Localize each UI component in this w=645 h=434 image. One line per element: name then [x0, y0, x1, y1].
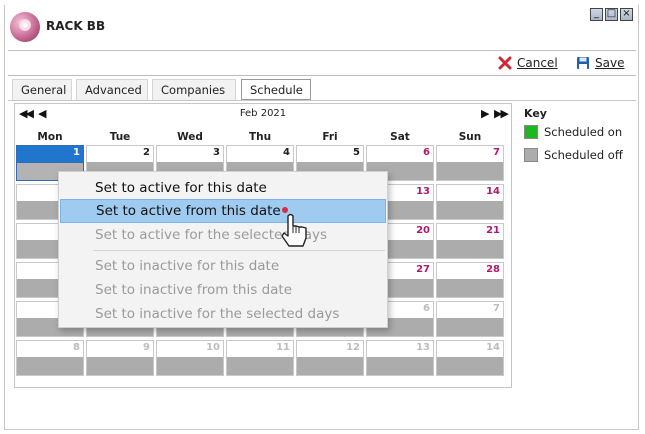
tab-advanced[interactable]: Advanced: [76, 79, 148, 100]
maximize-button[interactable]: □: [605, 8, 618, 21]
calendar-nav: ◀◀ ◀ Feb 2021 ▶ ▶▶: [15, 106, 511, 124]
menu-separator: [93, 250, 385, 251]
next-year-icon[interactable]: ▶▶: [494, 107, 509, 120]
calendar-day-cell[interactable]: 21: [436, 223, 504, 259]
hand-cursor-icon: [281, 207, 307, 247]
toolbar-divider: [8, 50, 636, 51]
day-number: 1: [73, 147, 80, 158]
day-number: 12: [346, 342, 360, 353]
tab-schedule[interactable]: Schedule: [241, 79, 311, 100]
calendar-day-cell[interactable]: 8: [16, 340, 84, 376]
schedule-status-bar[interactable]: [437, 279, 503, 297]
day-header-sun: Sun: [458, 131, 482, 143]
day-number: 5: [353, 147, 360, 158]
schedule-status-bar[interactable]: [367, 357, 433, 375]
maximize-icon: □: [606, 8, 617, 19]
schedule-status-bar[interactable]: [437, 162, 503, 180]
context-menu: Set to active for this date Set to activ…: [58, 171, 388, 328]
day-number: 10: [206, 342, 220, 353]
schedule-status-bar[interactable]: [437, 357, 503, 375]
day-header-wed: Wed: [177, 131, 203, 143]
calendar-day-cell[interactable]: 11: [226, 340, 294, 376]
calendar-day-cell[interactable]: 7: [436, 301, 504, 337]
schedule-status-bar[interactable]: [437, 240, 503, 258]
save-label: Save: [595, 56, 625, 70]
save-button[interactable]: Save: [576, 54, 624, 72]
menu-item-active-from-date[interactable]: Set to active from this date: [60, 199, 386, 223]
day-number: 20: [416, 225, 430, 236]
app-logo-icon: [10, 12, 40, 42]
day-number: 28: [486, 264, 500, 275]
schedule-status-bar[interactable]: [437, 318, 503, 336]
close-button[interactable]: ×: [620, 8, 633, 21]
day-number: 6: [423, 147, 430, 158]
menu-item-inactive-selected-days[interactable]: Set to inactive for the selected days: [60, 302, 386, 326]
day-number: 7: [493, 303, 500, 314]
menu-item-active-selected-days[interactable]: Set to active for the selected days: [60, 223, 386, 247]
day-header-thu: Thu: [248, 131, 272, 143]
month-label: Feb 2021: [239, 108, 287, 119]
day-header-mon: Mon: [37, 131, 63, 143]
menu-item-inactive-this-date[interactable]: Set to inactive for this date: [60, 254, 386, 278]
schedule-window: RACK BB _ □ × Cancel Save General Advanc…: [0, 0, 645, 434]
calendar-day-cell[interactable]: 12: [296, 340, 364, 376]
cancel-label: Cancel: [517, 56, 558, 70]
schedule-status-bar[interactable]: [17, 357, 83, 375]
day-header-fri: Fri: [322, 131, 338, 143]
schedule-status-bar[interactable]: [297, 357, 363, 375]
calendar-day-cell[interactable]: 14: [436, 184, 504, 220]
close-icon: ×: [622, 8, 631, 19]
day-number: 2: [143, 147, 150, 158]
next-month-icon[interactable]: ▶: [481, 107, 490, 120]
day-header-tue: Tue: [109, 131, 131, 143]
key-label-off: Scheduled off: [544, 148, 623, 162]
day-number: 14: [486, 186, 500, 197]
day-header-sat: Sat: [390, 131, 410, 143]
calendar-day-cell[interactable]: 7: [436, 145, 504, 181]
scheduled-off-swatch: [524, 148, 538, 162]
calendar-day-cell[interactable]: 10: [156, 340, 224, 376]
day-number: 13: [416, 342, 430, 353]
cancel-button[interactable]: Cancel: [498, 54, 558, 72]
schedule-status-bar[interactable]: [87, 357, 153, 375]
tab-panel-border: [8, 100, 636, 101]
scheduled-on-swatch: [524, 125, 538, 139]
day-number: 21: [486, 225, 500, 236]
tab-general[interactable]: General: [12, 79, 72, 100]
menu-item-inactive-from-date[interactable]: Set to inactive from this date: [60, 278, 386, 302]
cancel-icon: [498, 56, 512, 70]
calendar-day-cell[interactable]: 14: [436, 340, 504, 376]
schedule-status-bar[interactable]: [157, 357, 223, 375]
window-title: RACK BB: [46, 19, 106, 33]
day-number: 9: [143, 342, 150, 353]
day-number: 13: [416, 186, 430, 197]
tab-companies[interactable]: Companies: [152, 79, 236, 100]
day-number: 3: [213, 147, 220, 158]
day-number: 11: [276, 342, 290, 353]
day-number: 27: [416, 264, 430, 275]
titlebar: RACK BB _ □ ×: [0, 0, 645, 50]
tabs-divider: [8, 75, 636, 76]
schedule-status-bar[interactable]: [227, 357, 293, 375]
day-number: 14: [486, 342, 500, 353]
schedule-status-bar[interactable]: [437, 201, 503, 219]
calendar-day-cell[interactable]: 13: [366, 340, 434, 376]
calendar-day-cell[interactable]: 28: [436, 262, 504, 298]
minimize-button[interactable]: _: [590, 8, 603, 21]
save-icon: [577, 57, 589, 69]
day-number: 6: [423, 303, 430, 314]
calendar-day-cell[interactable]: 9: [86, 340, 154, 376]
day-number: 4: [283, 147, 290, 158]
minimize-icon: _: [594, 8, 599, 19]
key-panel: Key Scheduled on Scheduled off: [524, 107, 623, 162]
day-number: 7: [493, 147, 500, 158]
key-title: Key: [524, 107, 547, 120]
key-item-scheduled-off: Scheduled off: [524, 148, 623, 162]
day-number: 8: [73, 342, 80, 353]
key-label-on: Scheduled on: [544, 125, 623, 139]
key-item-scheduled-on: Scheduled on: [524, 125, 622, 139]
menu-item-active-this-date[interactable]: Set to active for this date: [60, 176, 386, 200]
